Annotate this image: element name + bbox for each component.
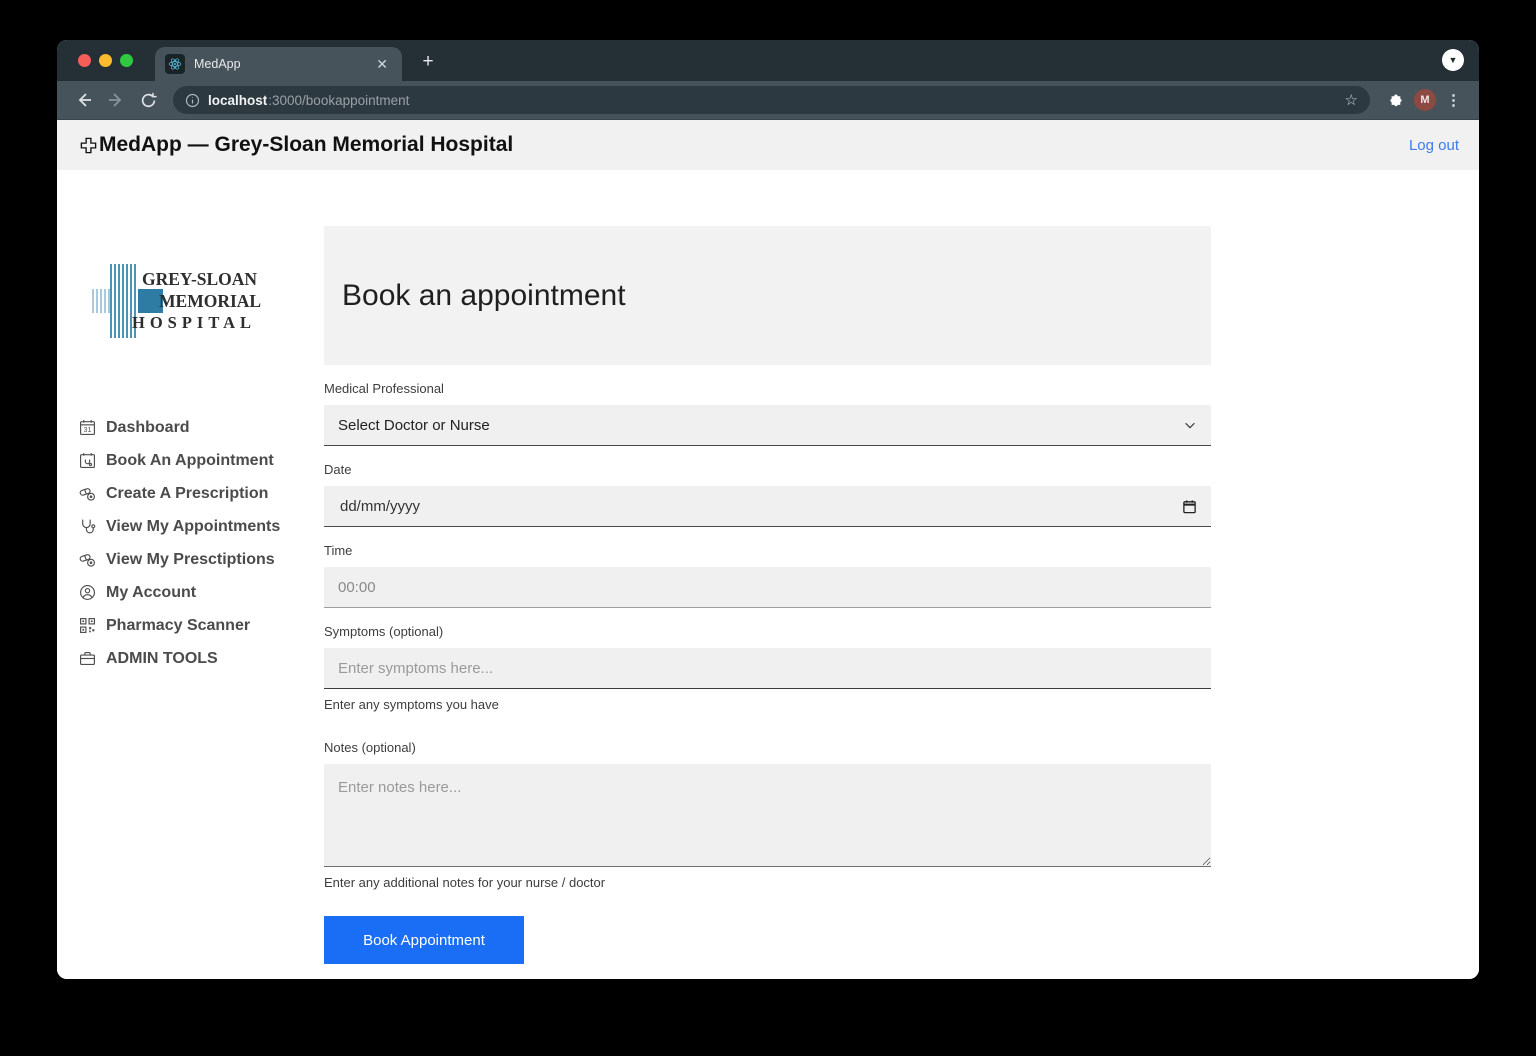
notes-group: Notes (optional) Enter any additional no…: [324, 740, 1211, 890]
sidebar-item-label: View My Appointments: [106, 518, 280, 536]
date-group: Date: [324, 462, 1211, 527]
calendar-date-icon: 31: [79, 419, 96, 436]
sidebar-item-label: Pharmacy Scanner: [106, 617, 250, 635]
logo-line1: GREY-SLOAN: [142, 269, 257, 290]
close-window-button[interactable]: [78, 54, 91, 67]
profile-avatar[interactable]: M: [1414, 89, 1436, 111]
hospital-logo: GREY-SLOAN MEMORIAL HOSPITAL: [92, 259, 272, 341]
app-title: MedApp — Grey-Sloan Memorial Hospital: [99, 133, 513, 157]
medical-cross-icon: [79, 136, 98, 155]
sidebar-item-label: ADMIN TOOLS: [106, 650, 218, 668]
calendar-stethoscope-icon: [79, 452, 96, 469]
book-appointment-button[interactable]: Book Appointment: [324, 916, 524, 964]
tab-title: MedApp: [194, 57, 372, 71]
time-input[interactable]: [324, 567, 1211, 608]
page-content: GREY-SLOAN MEMORIAL HOSPITAL 31: [57, 170, 1479, 979]
professional-label: Medical Professional: [324, 381, 1211, 396]
sidebar-item-view-prescriptions[interactable]: View My Presctiptions: [79, 543, 324, 576]
person-circle-icon: [79, 584, 96, 601]
sidebar-item-label: Create A Prescription: [106, 485, 268, 503]
sidebar-item-view-appointments[interactable]: View My Appointments: [79, 510, 324, 543]
back-icon[interactable]: [71, 87, 97, 113]
bookmark-star-icon[interactable]: ☆: [1345, 91, 1358, 109]
app-header: MedApp — Grey-Sloan Memorial Hospital Lo…: [57, 120, 1479, 170]
symptoms-input[interactable]: [324, 648, 1211, 689]
notes-helper-text: Enter any additional notes for your nurs…: [324, 875, 1211, 890]
svg-text:31: 31: [84, 427, 92, 434]
symptoms-group: Symptoms (optional) Enter any symptoms y…: [324, 624, 1211, 712]
date-label: Date: [324, 462, 1211, 477]
url-host: localhost: [208, 93, 267, 108]
symptoms-helper-text: Enter any symptoms you have: [324, 697, 1211, 712]
forward-icon[interactable]: [103, 87, 129, 113]
sidebar-item-pharmacy-scanner[interactable]: Pharmacy Scanner: [79, 609, 324, 642]
sidebar-item-my-account[interactable]: My Account: [79, 576, 324, 609]
sidebar-item-label: My Account: [106, 584, 196, 602]
professional-group: Medical Professional Select Doctor or Nu…: [324, 381, 1211, 446]
logout-link[interactable]: Log out: [1409, 137, 1459, 154]
browser-window: MedApp ✕ + ▼ localho: [57, 40, 1479, 979]
calendar-icon[interactable]: [1182, 499, 1197, 514]
briefcase-icon: [79, 650, 96, 667]
pills-icon: [79, 551, 96, 568]
date-input[interactable]: [338, 497, 1182, 516]
sidebar-item-dashboard[interactable]: 31 Dashboard: [79, 411, 324, 444]
date-field-wrap: [324, 486, 1211, 527]
pills-icon: [79, 485, 96, 502]
zoom-window-button[interactable]: [120, 54, 133, 67]
browser-toolbar: localhost :3000/bookappointment ☆ M ⋮: [57, 81, 1479, 120]
window-controls: [78, 54, 133, 67]
sidebar-nav: 31 Dashboard Book An Appointment: [79, 411, 324, 675]
sidebar-item-label: View My Presctiptions: [106, 551, 275, 569]
professional-select[interactable]: Select Doctor or Nurse: [324, 405, 1211, 446]
reload-icon[interactable]: [135, 87, 161, 113]
stethoscope-icon: [79, 518, 96, 535]
logo-line3: HOSPITAL: [132, 313, 256, 333]
form-title-panel: Book an appointment: [324, 226, 1211, 365]
time-group: Time: [324, 543, 1211, 608]
professional-select-value: Select Doctor or Nurse: [338, 417, 490, 434]
sidebar-item-create-prescription[interactable]: Create A Prescription: [79, 477, 324, 510]
minimize-window-button[interactable]: [99, 54, 112, 67]
react-favicon-icon: [165, 54, 185, 74]
notes-label: Notes (optional): [324, 740, 1211, 755]
booking-form: Book an appointment Medical Professional…: [324, 170, 1211, 979]
page-title: Book an appointment: [342, 279, 626, 313]
browser-menu-icon[interactable]: ⋮: [1442, 91, 1465, 109]
notes-textarea[interactable]: [324, 764, 1211, 867]
time-label: Time: [324, 543, 1211, 558]
sidebar-item-admin-tools[interactable]: ADMIN TOOLS: [79, 642, 324, 675]
tab-close-icon[interactable]: ✕: [372, 55, 392, 73]
new-tab-button[interactable]: +: [415, 48, 441, 74]
url-path: :3000/bookappointment: [268, 93, 409, 108]
symptoms-label: Symptoms (optional): [324, 624, 1211, 639]
site-info-icon[interactable]: [185, 93, 200, 108]
qr-code-icon: [79, 617, 96, 634]
sidebar-item-label: Dashboard: [106, 419, 190, 437]
sidebar-item-label: Book An Appointment: [106, 452, 274, 470]
address-bar[interactable]: localhost :3000/bookappointment ☆: [173, 86, 1370, 114]
profile-chevron-icon[interactable]: ▼: [1442, 49, 1464, 71]
logo-line2: MEMORIAL: [159, 291, 261, 312]
browser-tab[interactable]: MedApp ✕: [155, 47, 402, 81]
sidebar-item-book-appointment[interactable]: Book An Appointment: [79, 444, 324, 477]
chevron-down-icon: [1183, 418, 1197, 432]
extensions-puzzle-icon[interactable]: [1382, 87, 1408, 113]
sidebar: GREY-SLOAN MEMORIAL HOSPITAL 31: [57, 170, 324, 979]
tab-strip: MedApp ✕ + ▼: [57, 40, 1479, 81]
